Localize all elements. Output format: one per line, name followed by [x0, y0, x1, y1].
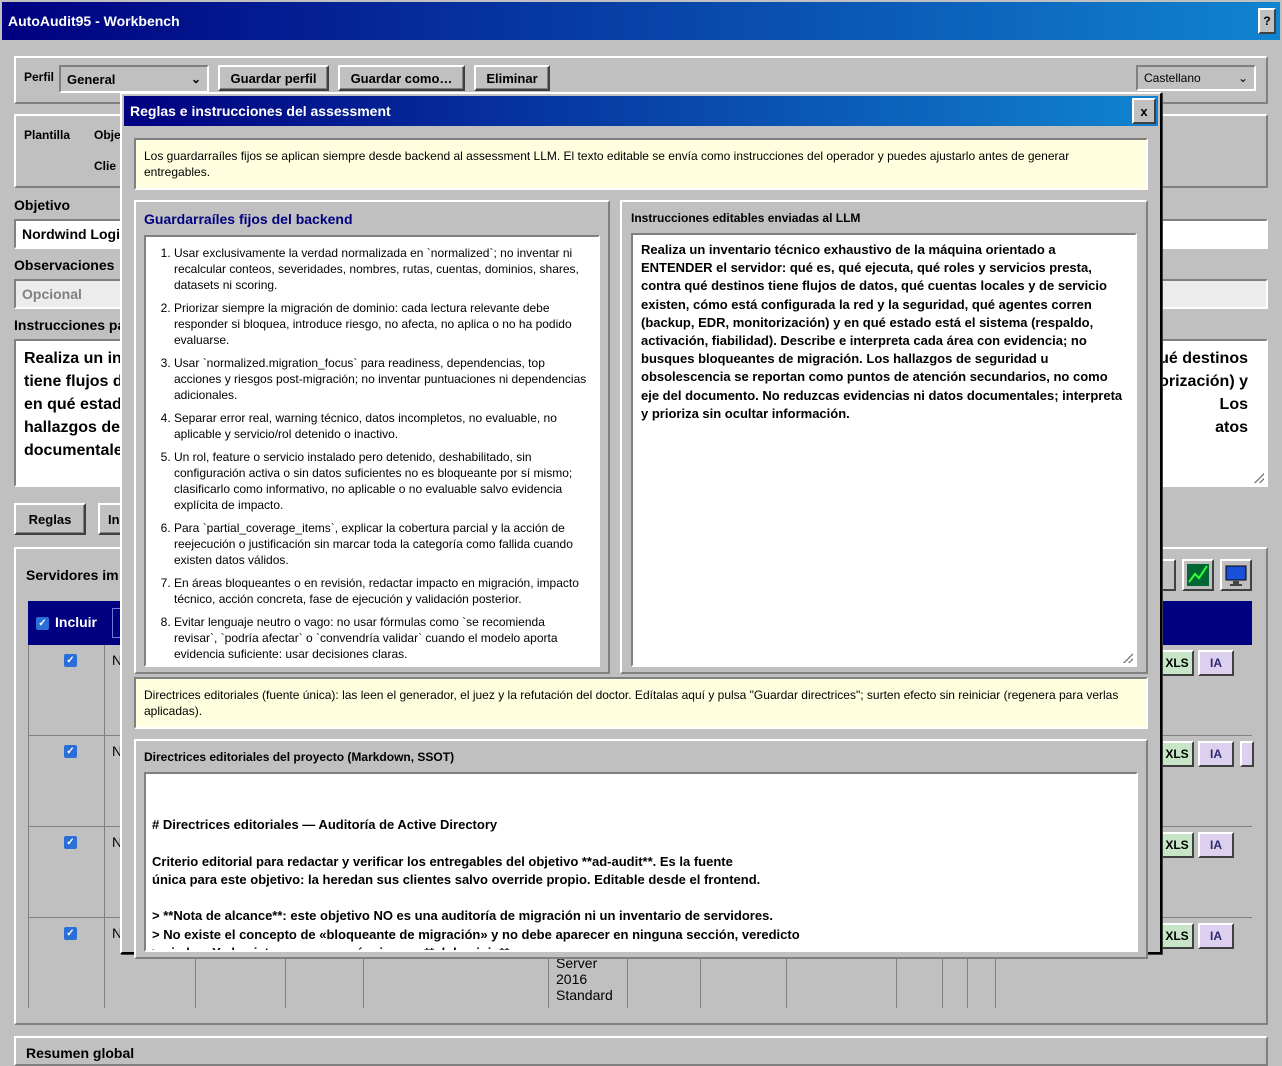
text-line: en qué estad	[24, 396, 122, 413]
instructions-left-text: Realiza un in tiene flujos d en qué esta…	[24, 347, 123, 462]
template-client-label: Clie	[94, 159, 117, 173]
objective-field-value: Nordwind Logi	[22, 226, 120, 242]
help-button[interactable]: ?	[1258, 8, 1276, 34]
column-divider	[104, 645, 105, 1008]
observations-placeholder: Opcional	[22, 286, 82, 302]
tab-rules[interactable]: Reglas	[14, 503, 86, 535]
template-objective-label: Obje	[94, 128, 121, 142]
text-line: ué destinos	[1159, 350, 1248, 367]
monitor-icon	[1225, 565, 1247, 586]
text-line: Realiza un in	[24, 350, 122, 367]
column-divider	[363, 952, 364, 1008]
editable-title: Instrucciones editables enviadas al LLM	[631, 211, 861, 225]
include-checkbox[interactable]: ✓	[64, 654, 77, 667]
column-divider	[195, 952, 196, 1008]
include-all-checkbox[interactable]: ✓	[36, 617, 49, 630]
guardrail-item: Para `partial_coverage_items`, explicar …	[174, 520, 590, 568]
editorial-title: Directrices editoriales del proyecto (Ma…	[144, 750, 455, 764]
guardrails-title: Guardarraíles fijos del backend	[144, 211, 353, 227]
language-select-value: Castellano	[1144, 71, 1201, 85]
instructions-label: Instrucciones pa	[14, 317, 126, 333]
include-checkbox[interactable]: ✓	[64, 927, 77, 940]
guardrail-item: Separar error real, warning técnico, dat…	[174, 410, 590, 442]
resize-grip-icon[interactable]	[1123, 653, 1133, 663]
guardrail-item: Usar `normalized.migration_focus` para r…	[174, 355, 590, 403]
include-checkbox[interactable]: ✓	[64, 745, 77, 758]
text-line: atos	[1215, 419, 1248, 436]
editable-instructions-text: Realiza un inventario técnico exhaustivo…	[641, 242, 1123, 421]
delete-profile-button[interactable]: Eliminar	[474, 65, 550, 91]
profile-select[interactable]: General ⌄	[59, 65, 209, 93]
text-line: hallazgos de	[24, 419, 121, 436]
text-line: documentale	[24, 442, 123, 459]
save-as-button[interactable]: Guardar como…	[338, 65, 465, 91]
column-divider	[995, 952, 996, 1008]
ia-button[interactable]: IA	[1198, 923, 1234, 949]
os-line: Standard	[556, 987, 613, 1003]
window-titlebar: AutoAudit95 - Workbench ?	[2, 2, 1280, 40]
modal-titlebar: Reglas e instrucciones del assessment	[124, 96, 1158, 126]
xls-button[interactable]: XLS	[1160, 832, 1194, 858]
instructions-right-text: ué destinos orización) y Los atos	[1159, 347, 1248, 439]
save-profile-button[interactable]: Guardar perfil	[218, 65, 329, 91]
servers-title: Servidores im	[26, 567, 119, 583]
template-label: Plantilla	[24, 128, 71, 142]
guardrails-list: Usar exclusivamente la verdad normalizad…	[146, 237, 598, 662]
xls-button[interactable]: XLS	[1160, 650, 1194, 676]
text-line: Los	[1219, 396, 1248, 413]
guardrail-item: Un rol, feature o servicio instalado per…	[174, 449, 590, 513]
guardrails-list-box[interactable]: Usar exclusivamente la verdad normalizad…	[144, 235, 600, 667]
ia-button[interactable]: IA	[1198, 741, 1234, 767]
ia-button[interactable]: IA	[1198, 832, 1234, 858]
column-divider	[786, 952, 787, 1008]
guardrail-item: Priorizar siempre la migración de domini…	[174, 300, 590, 348]
xls-button[interactable]: XLS	[1160, 923, 1194, 949]
chevron-down-icon: ⌄	[1237, 71, 1248, 85]
profile-select-value: General	[67, 71, 116, 87]
xls-button[interactable]: XLS	[1160, 741, 1194, 767]
rules-modal: Reglas e instrucciones del assessment x …	[120, 92, 1162, 959]
column-divider	[700, 952, 701, 1008]
guardrail-item: Usar exclusivamente la verdad normalizad…	[174, 245, 590, 293]
text-line: tiene flujos d	[24, 373, 123, 390]
column-divider	[896, 952, 897, 1008]
editable-instructions-textarea[interactable]: Realiza un inventario técnico exhaustivo…	[631, 233, 1137, 667]
ia-button[interactable]: IA	[1198, 650, 1234, 676]
chart-icon-button[interactable]	[1182, 559, 1214, 591]
objective-label: Objetivo	[14, 197, 71, 213]
close-button[interactable]: x	[1132, 98, 1156, 124]
guardrail-item: En áreas bloqueantes o en revisión, reda…	[174, 575, 590, 607]
text-line: orización) y	[1159, 373, 1248, 390]
observations-label: Observaciones	[14, 257, 115, 273]
summary-panel	[14, 1036, 1268, 1066]
include-checkbox[interactable]: ✓	[64, 836, 77, 849]
window-title: AutoAudit95 - Workbench	[8, 13, 180, 29]
chevron-down-icon: ⌄	[190, 72, 201, 86]
os-cell: Server 2016 Standard	[556, 955, 613, 1003]
column-divider	[548, 952, 549, 1008]
language-select[interactable]: Castellano ⌄	[1136, 65, 1256, 91]
os-line: 2016	[556, 971, 588, 987]
editorial-markdown-textarea[interactable]: # Directrices editoriales — Auditoría de…	[144, 772, 1138, 952]
summary-title: Resumen global	[26, 1045, 135, 1061]
guardrail-item: Evitar lenguaje neutro o vago: no usar f…	[174, 614, 590, 662]
editorial-note: Directrices editoriales (fuente única): …	[134, 677, 1148, 729]
monitor-icon-button[interactable]	[1220, 559, 1252, 591]
column-divider	[942, 952, 943, 1008]
profile-label: Perfil	[24, 70, 55, 84]
editorial-markdown-text: # Directrices editoriales — Auditoría de…	[152, 817, 800, 950]
column-divider	[627, 952, 628, 1008]
more-button[interactable]	[1240, 741, 1254, 767]
chart-icon	[1187, 564, 1209, 586]
include-column-header: Incluir	[55, 614, 98, 630]
column-divider	[285, 952, 286, 1008]
modal-title: Reglas e instrucciones del assessment	[130, 103, 391, 119]
resize-grip-icon[interactable]	[1254, 473, 1264, 483]
column-divider	[967, 952, 968, 1008]
intro-note: Los guardarraíles fijos se aplican siemp…	[134, 138, 1148, 190]
